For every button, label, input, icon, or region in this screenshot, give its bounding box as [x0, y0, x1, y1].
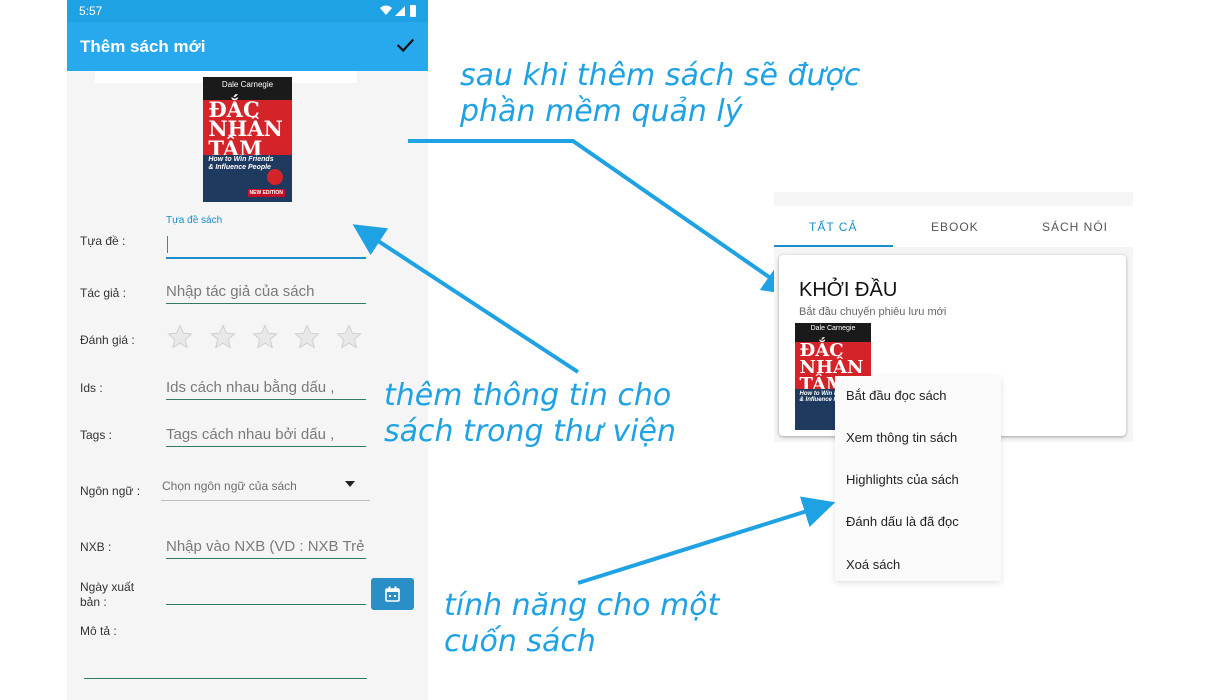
tab-all[interactable]: TẤT CẢ — [809, 220, 857, 234]
tab-audiobook[interactable]: SÁCH NÓI — [1042, 220, 1108, 234]
tab-indicator — [774, 245, 893, 247]
book-card-title: KHỞI ĐẦU — [799, 279, 898, 301]
tab-ebook[interactable]: EBOOK — [931, 220, 979, 234]
menu-mark-read[interactable]: Đánh dấu là đã đọc — [846, 514, 959, 529]
menu-start-reading[interactable]: Bắt đầu đọc sách — [846, 388, 946, 403]
book-card-subtitle: Bắt đầu chuyến phiêu lưu mới — [799, 306, 947, 318]
menu-delete-book[interactable]: Xoá sách — [846, 557, 900, 572]
menu-view-info[interactable]: Xem thông tin sách — [846, 430, 957, 445]
library-top-strip — [774, 192, 1133, 206]
menu-highlights[interactable]: Highlights của sách — [846, 472, 959, 487]
book-context-menu: Bắt đầu đọc sách Xem thông tin sách High… — [835, 376, 1001, 581]
